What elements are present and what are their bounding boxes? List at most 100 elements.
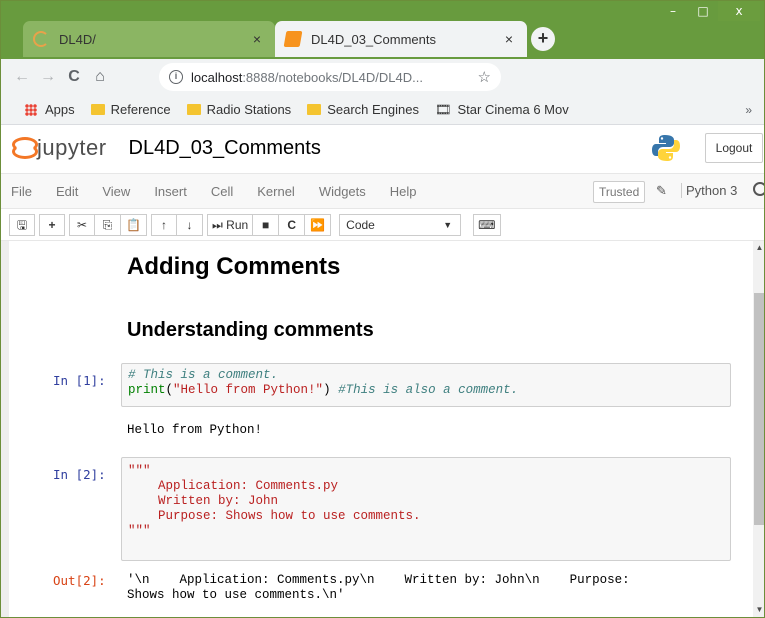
bookmarks-more-button[interactable]: » bbox=[745, 103, 752, 117]
bookmark-apps[interactable]: Apps bbox=[25, 102, 75, 117]
jupyter-header: jupyter DL4D_03_Comments Logout bbox=[1, 125, 764, 171]
chevron-down-icon: ▼ bbox=[443, 219, 453, 230]
copy-icon[interactable]: ⎘ bbox=[95, 213, 121, 236]
restart-icon[interactable]: C bbox=[279, 213, 306, 236]
notebook-page: Adding Comments Understanding comments I… bbox=[9, 241, 753, 617]
tab-dl4d-03-comments[interactable]: DL4D_03_Comments × bbox=[275, 21, 527, 57]
notebook-title[interactable]: DL4D_03_Comments bbox=[129, 137, 321, 160]
star-icon[interactable]: ☆ bbox=[478, 68, 491, 86]
cell-type-select[interactable]: Code ▼ bbox=[339, 213, 462, 236]
bookmark-star-cinema[interactable]: 🎞 Star Cinema 6 Mov bbox=[435, 102, 569, 118]
markdown-heading-2: Understanding comments bbox=[127, 319, 374, 341]
menu-bar: File Edit View Insert Cell Kernel Widget… bbox=[1, 173, 764, 209]
apps-grid-icon bbox=[25, 103, 37, 116]
folder-icon bbox=[307, 104, 322, 115]
menu-view[interactable]: View bbox=[90, 184, 142, 199]
close-icon[interactable]: × bbox=[249, 31, 265, 47]
code-paren: ) bbox=[323, 383, 339, 397]
cell2-input[interactable]: """ Application: Comments.py Written by:… bbox=[121, 457, 731, 561]
jupyter-logo-icon bbox=[11, 137, 38, 159]
code-builtin: print bbox=[128, 383, 166, 397]
menu-insert[interactable]: Insert bbox=[142, 184, 199, 199]
jupyter-logo-text: jupyter bbox=[37, 135, 107, 160]
code-comment: #This is also a comment. bbox=[338, 383, 519, 397]
notebook-toolbar: 🖫 + ✂ ⎘ 📋 ↑ ↓ ⏭ Run ■ C ⏩ Code ▼ ⌨ bbox=[1, 209, 764, 241]
notebook-icon bbox=[283, 31, 303, 47]
bookmark-label: Search Engines bbox=[327, 102, 419, 117]
cell-type-value: Code bbox=[346, 217, 375, 232]
markdown-heading-1: Adding Comments bbox=[127, 253, 341, 280]
menu-help[interactable]: Help bbox=[378, 184, 429, 199]
run-button[interactable]: ⏭ Run bbox=[207, 213, 254, 236]
cell1-output: Hello from Python! bbox=[127, 423, 263, 437]
menu-file[interactable]: File bbox=[1, 184, 44, 199]
cell2-in-prompt: In [2]: bbox=[53, 467, 106, 482]
bookmark-label: Star Cinema 6 Mov bbox=[457, 102, 569, 117]
kernel-name: Python 3 bbox=[681, 183, 737, 198]
bookmark-radio-stations[interactable]: Radio Stations bbox=[186, 102, 292, 117]
info-icon[interactable]: i bbox=[169, 70, 183, 84]
reload-button[interactable]: C bbox=[61, 68, 87, 86]
menu-edit[interactable]: Edit bbox=[44, 184, 90, 199]
move-up-icon[interactable]: ↑ bbox=[151, 213, 177, 236]
tab-title: DL4D_03_Comments bbox=[311, 31, 437, 47]
bookmark-reference[interactable]: Reference bbox=[90, 102, 171, 117]
cell2-output: '\n Application: Comments.py\n Written b… bbox=[127, 573, 630, 602]
browser-toolbar: ← → C ⌂ i localhost :8888/notebooks/DL4D… bbox=[1, 59, 764, 143]
forward-button[interactable]: → bbox=[35, 68, 61, 86]
kernel-status-icon bbox=[753, 182, 764, 196]
run-icon: ⏭ bbox=[212, 217, 223, 232]
scroll-down-arrow-icon[interactable]: ▼ bbox=[753, 605, 764, 617]
move-down-icon[interactable]: ↓ bbox=[177, 213, 203, 236]
back-button[interactable]: ← bbox=[9, 68, 35, 86]
cut-icon[interactable]: ✂ bbox=[69, 213, 95, 236]
stop-icon[interactable]: ■ bbox=[253, 213, 280, 236]
cell1-in-prompt: In [1]: bbox=[53, 373, 106, 388]
url-host: localhost bbox=[191, 69, 243, 85]
film-icon: 🎞 bbox=[434, 101, 452, 117]
cell1-input[interactable]: # This is a comment. print("Hello from P… bbox=[121, 363, 731, 407]
close-icon[interactable]: × bbox=[501, 31, 517, 47]
bookmarks-bar: Apps Reference Radio Stations Search Eng… bbox=[1, 95, 764, 125]
code-string: "Hello from Python!" bbox=[173, 383, 324, 397]
bookmark-search-engines[interactable]: Search Engines bbox=[307, 102, 419, 117]
code-comment: # This is a comment. bbox=[128, 368, 279, 382]
trusted-badge[interactable]: Trusted bbox=[593, 181, 646, 203]
home-button[interactable]: ⌂ bbox=[87, 68, 113, 86]
scrollbar-thumb[interactable] bbox=[754, 293, 764, 525]
vertical-scrollbar[interactable]: ▲ ▼ bbox=[753, 241, 764, 617]
cell2-out-prompt: Out[2]: bbox=[53, 573, 106, 588]
keyboard-icon[interactable]: ⌨ bbox=[473, 213, 501, 236]
paste-icon[interactable]: 📋 bbox=[121, 213, 147, 236]
scroll-up-arrow-icon[interactable]: ▲ bbox=[753, 243, 764, 255]
bookmark-label: Radio Stations bbox=[206, 102, 292, 117]
logout-button[interactable]: Logout bbox=[705, 133, 763, 163]
menu-cell[interactable]: Cell bbox=[199, 184, 245, 199]
code-paren: ( bbox=[165, 383, 174, 397]
minimize-button[interactable]: – bbox=[658, 1, 688, 21]
window-controls: – □ x bbox=[658, 1, 760, 21]
tab-strip: DL4D/ × DL4D_03_Comments × + – □ x bbox=[1, 1, 764, 59]
python-logo-icon bbox=[652, 135, 680, 161]
url-path: :8888/notebooks/DL4D/DL4D... bbox=[242, 69, 423, 85]
notebook-area: Adding Comments Understanding comments I… bbox=[1, 241, 764, 617]
save-icon[interactable]: 🖫 bbox=[9, 213, 35, 236]
menu-kernel[interactable]: Kernel bbox=[245, 184, 307, 199]
tab-title: DL4D/ bbox=[59, 31, 96, 47]
folder-icon bbox=[90, 104, 105, 115]
bookmark-label: Reference bbox=[110, 102, 171, 117]
loading-spinner-icon bbox=[33, 31, 49, 47]
address-bar[interactable]: i localhost :8888/notebooks/DL4D/DL4D...… bbox=[159, 63, 501, 91]
folder-icon bbox=[186, 104, 201, 115]
restart-run-all-icon[interactable]: ⏩ bbox=[305, 213, 332, 236]
maximize-button[interactable]: □ bbox=[688, 1, 718, 21]
bookmark-label: Apps bbox=[45, 102, 75, 117]
jupyter-logo[interactable]: jupyter bbox=[11, 135, 107, 161]
close-window-button[interactable]: x bbox=[718, 1, 760, 21]
browser-window: DL4D/ × DL4D_03_Comments × + – □ x ← → C… bbox=[0, 0, 765, 618]
new-tab-button[interactable]: + bbox=[531, 27, 555, 51]
tab-dl4d[interactable]: DL4D/ × bbox=[23, 21, 275, 57]
menu-widgets[interactable]: Widgets bbox=[307, 184, 378, 199]
pencil-icon[interactable]: ✎ bbox=[656, 183, 667, 199]
insert-cell-icon[interactable]: + bbox=[39, 213, 65, 236]
